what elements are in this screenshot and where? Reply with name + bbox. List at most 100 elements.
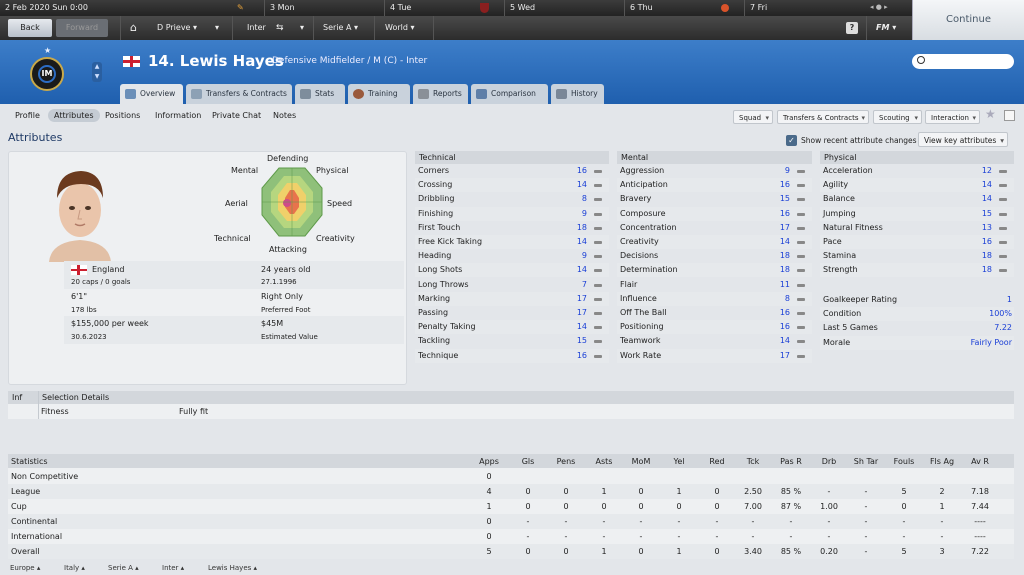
breadcrumb-player[interactable]: Lewis Hayes ▴ <box>208 564 257 572</box>
add-note-icon[interactable] <box>1004 110 1015 121</box>
stats-cell: - <box>902 532 906 541</box>
stats-cell <box>511 469 545 484</box>
attribute-trend-icon <box>594 283 602 287</box>
interaction-dropdown[interactable]: Interaction <box>925 110 980 125</box>
player-role: Defensive Midfielder / M (C) - Inter <box>272 56 428 66</box>
tab-overview[interactable]: Overview <box>120 84 183 104</box>
attribute-label: Balance <box>823 194 855 204</box>
breadcrumb-club[interactable]: Inter ▴ <box>162 564 184 572</box>
stats-cell: 0 <box>714 502 720 511</box>
attribute-row: Determination 18 <box>617 263 812 277</box>
stats-cell: - <box>827 517 831 526</box>
stats-cell: 0.20 <box>820 547 838 556</box>
attribute-label: Positioning <box>620 322 664 332</box>
tab-stats[interactable]: Stats <box>295 84 345 104</box>
stats-cell: 0 <box>901 502 907 511</box>
tab-history[interactable]: History <box>551 84 604 104</box>
league-menu[interactable]: Serie A ▾ <box>323 16 358 40</box>
attribute-value: 14 <box>576 265 587 275</box>
tab-transfers[interactable]: Transfers & Contracts <box>186 84 292 104</box>
tab-training[interactable]: Training <box>348 84 410 104</box>
stats-cell: ---- <box>974 532 986 541</box>
subtab-private-chat[interactable]: Private Chat <box>212 109 261 122</box>
attribute-row: Composure 16 <box>617 207 812 221</box>
stats-cell: 1 <box>939 502 945 511</box>
forward-button[interactable]: Forward <box>56 19 108 37</box>
stats-row-label: International <box>11 532 63 541</box>
stats-cell: - <box>564 517 568 526</box>
attribute-row: Positioning 16 <box>617 320 812 334</box>
tab-reports[interactable]: Reports <box>413 84 468 104</box>
attribute-value: 16 <box>779 208 790 218</box>
stats-cell: 0 <box>676 502 682 511</box>
squad-dropdown[interactable]: Squad <box>733 110 773 125</box>
statistics-table: Statistics Apps Gls Pens Asts MoM Yel Red Tck Pas… <box>8 454 1014 559</box>
player-face <box>41 162 119 262</box>
calendar-day[interactable]: 5 Wed <box>504 0 624 16</box>
radar-label-defending: Defending <box>267 154 309 163</box>
transfers-contracts-dropdown[interactable]: Transfers & Contracts <box>777 110 869 125</box>
stats-cell: 5 <box>901 547 907 556</box>
stats-header: Drb <box>821 457 837 466</box>
view-key-attributes-dropdown[interactable]: View key attributes <box>918 132 1008 148</box>
continue-button[interactable]: Continue <box>912 0 1024 40</box>
help-button[interactable]: ? <box>846 22 858 34</box>
nationality: England <box>92 265 125 274</box>
tab-comparison[interactable]: Comparison <box>471 84 548 104</box>
calendar-scroller[interactable]: ◂ ● ▸ <box>870 3 910 13</box>
reports-icon <box>418 89 429 99</box>
current-date: 2 Feb 2020 Sun 0:00 <box>5 3 88 12</box>
attribute-label: Heading <box>418 251 452 261</box>
calendar-day[interactable]: 3 Mon <box>264 0 384 16</box>
attribute-trend-icon <box>594 354 602 358</box>
world-menu[interactable]: World ▾ <box>385 16 415 40</box>
switch-icon[interactable]: ⇆ <box>276 16 284 40</box>
subtab-information[interactable]: Information <box>155 109 201 122</box>
attribute-label: Passing <box>418 308 449 317</box>
stats-cell: - <box>864 487 868 496</box>
stats-cell <box>812 469 846 484</box>
subtab-notes[interactable]: Notes <box>273 109 296 122</box>
back-button[interactable]: Back <box>8 19 52 37</box>
home-icon[interactable]: ⌂ <box>130 22 142 33</box>
breadcrumb-italy[interactable]: Italy ▴ <box>64 564 85 572</box>
show-recent-checkbox[interactable]: ✓ <box>786 135 797 146</box>
attribute-label: Pace <box>823 237 842 246</box>
manager-options[interactable]: ▾ <box>215 16 219 40</box>
calendar-day[interactable]: 7 Fri <box>744 0 864 16</box>
attribute-row: Bravery 15 <box>617 192 812 206</box>
breadcrumb-league[interactable]: Serie A ▴ <box>108 564 139 572</box>
stats-cell: - <box>864 547 868 556</box>
manager-menu[interactable]: D Prieve ▾ <box>157 16 197 40</box>
attribute-label: Corners <box>418 166 450 175</box>
attribute-row: Marking 17 <box>415 292 609 306</box>
search-input[interactable] <box>912 54 1014 69</box>
preferred-foot-value: Right Only <box>261 292 303 301</box>
subtab-attributes[interactable]: Attributes <box>48 109 100 122</box>
value-label: Estimated Value <box>261 333 318 341</box>
stats-row-label: Continental <box>11 517 58 526</box>
misc-row: Goalkeeper Rating 1 <box>820 293 1014 307</box>
stats-cell: 0 <box>525 502 531 511</box>
attribute-label: Dribbling <box>418 194 455 204</box>
subtab-profile[interactable]: Profile <box>15 109 40 122</box>
attribute-value: 9 <box>784 166 790 175</box>
scouting-dropdown[interactable]: Scouting <box>873 110 922 125</box>
stats-header: Tck <box>746 457 760 466</box>
player-scroll-arrows[interactable]: ▲ ▼ <box>92 62 102 82</box>
club-menu[interactable]: Inter <box>247 16 266 40</box>
attribute-trend-icon <box>594 212 602 216</box>
attribute-value: 13 <box>981 222 992 232</box>
stats-row-label: Overall <box>11 547 40 556</box>
fm-menu[interactable]: FM ▾ <box>876 16 896 40</box>
stats-header: MoM <box>631 457 651 466</box>
breadcrumb-europe[interactable]: Europe ▴ <box>10 564 40 572</box>
club-dropdown-icon[interactable]: ▾ <box>300 16 304 40</box>
attribute-label: Composure <box>620 208 666 218</box>
stats-cell: - <box>526 532 530 541</box>
favourite-star-icon[interactable]: ★ <box>985 107 996 121</box>
attribute-row: Technique 16 <box>415 349 609 363</box>
attribute-label: Crossing <box>418 180 453 190</box>
wage: $155,000 per week <box>71 319 149 328</box>
subtab-positions[interactable]: Positions <box>105 109 140 122</box>
